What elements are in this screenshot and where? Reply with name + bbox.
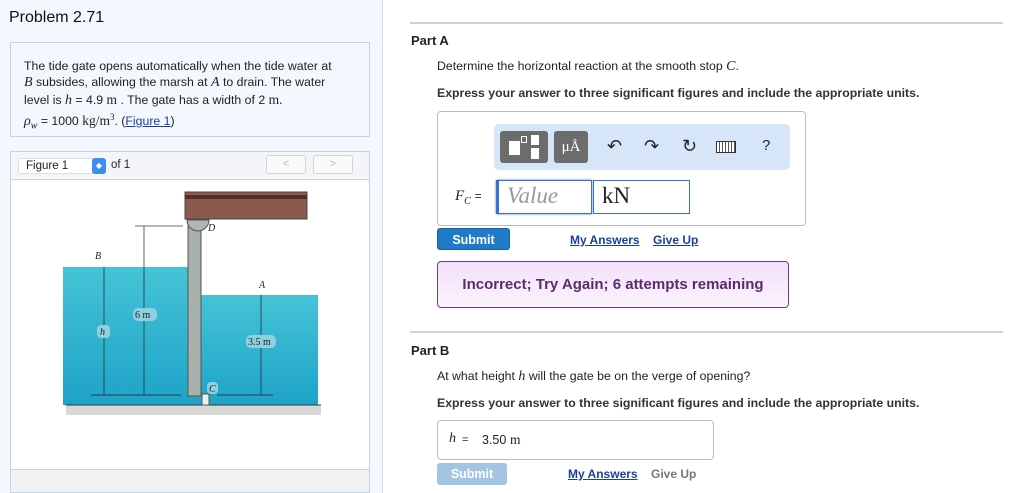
figure-footer [11,469,369,492]
text: . The gate has a width of 2 [117,92,269,107]
divider [410,331,1003,333]
h-label: h [449,431,456,446]
equals: = [462,434,469,446]
help-button[interactable]: ? [762,137,770,154]
part-b-give-up-link[interactable]: Give Up [651,467,696,481]
text: = 4.9 [72,92,107,107]
sub-c: C [464,196,471,207]
text: Determine the horizontal reaction at the… [437,59,727,73]
tide-gate-diagram: B D A C h 6 m 3.5 m [63,191,321,415]
text: will the gate be on the verge of opening… [525,369,751,383]
label-d: D [207,223,216,234]
label-3-5m: 3.5 m [248,337,271,348]
value-input[interactable]: Value [496,180,592,214]
unit-input[interactable]: kN [593,180,690,214]
gate [187,225,202,397]
unit: m. [268,91,283,107]
figure-select[interactable]: Figure 1 ◆ [18,158,106,174]
water-b [63,267,201,405]
text: At what height [437,369,519,383]
units-button[interactable]: μÅ [554,131,588,163]
label-b: B [95,251,101,262]
template-button[interactable] [500,131,548,163]
next-figure-button[interactable]: > [313,155,353,174]
part-b-instruction: Express your answer to three significant… [437,396,920,410]
fc-label: FC = [455,188,482,207]
label-c: C [209,384,216,395]
undo-icon[interactable]: ↶ [607,136,622,157]
part-b-my-answers-link[interactable]: My Answers [568,467,638,481]
figure-panel: Figure 1 ◆ of 1 < > B D A C h 6 m 3.5 m [10,151,370,493]
text: level is [24,92,66,107]
problem-title: Problem 2.71 [9,9,105,26]
part-b-heading: Part B [411,343,450,358]
answer-value: 3.50 [482,433,507,447]
equals: = [474,189,482,203]
unit: kg/m [82,112,110,128]
text: to drain. The water [219,75,326,90]
answer-unit: m [510,432,521,447]
chevron-updown-icon: ◆ [92,158,106,174]
text: . [735,59,739,73]
part-a-instruction: Express your answer to three significant… [437,86,920,100]
part-a-my-answers-link[interactable]: My Answers [570,233,640,247]
water-a [201,295,318,405]
prev-figure-button[interactable]: < [266,155,306,174]
var-rho: ρ [24,113,31,129]
part-b-question: At what height h will the gate be on the… [437,369,750,385]
var-a: A [210,75,220,91]
part-a-submit-button[interactable]: Submit [437,228,510,250]
part-a-question: Determine the horizontal reaction at the… [437,59,739,75]
label-a: A [258,280,266,291]
figure-count: of 1 [111,159,131,171]
problem-statement: The tide gate opens automatically when t… [10,42,370,137]
divider [410,22,1003,24]
part-a-heading: Part A [411,33,449,48]
label-h: h [100,327,105,338]
stop-c [201,393,210,406]
figure-select-value: Figure 1 [26,160,69,172]
figure-header: Figure 1 ◆ of 1 < > [11,152,369,180]
var-b: B [24,75,33,91]
keyboard-icon[interactable] [716,141,736,153]
text: . ( [114,113,126,128]
unit: m [106,91,118,107]
var-h: h [65,92,73,108]
math-toolbar: μÅ ↶ ↷ ↻ ? [494,124,790,170]
part-a-give-up-link[interactable]: Give Up [653,233,698,247]
part-b-answer-box[interactable]: h = 3.50 m [437,420,714,460]
redo-icon[interactable]: ↷ [644,136,659,157]
f: F [455,188,465,204]
part-b-submit-button[interactable]: Submit [437,463,507,485]
text: The tide gate opens automatically when t… [24,59,332,73]
text: subsides, allowing the marsh at [32,75,211,90]
reset-icon[interactable]: ↻ [682,136,697,157]
figure-link[interactable]: Figure 1 [125,114,170,128]
part-a-answer-box: μÅ ↶ ↷ ↻ ? FC = Value kN [437,111,806,226]
feedback-message: Incorrect; Try Again; 6 attempts remaini… [437,261,789,308]
ground [66,405,321,415]
text: ) [170,113,175,128]
text: = 1000 [37,113,83,128]
label-6m: 6 m [135,310,151,321]
problem-panel: Problem 2.71 The tide gate opens automat… [0,0,383,493]
